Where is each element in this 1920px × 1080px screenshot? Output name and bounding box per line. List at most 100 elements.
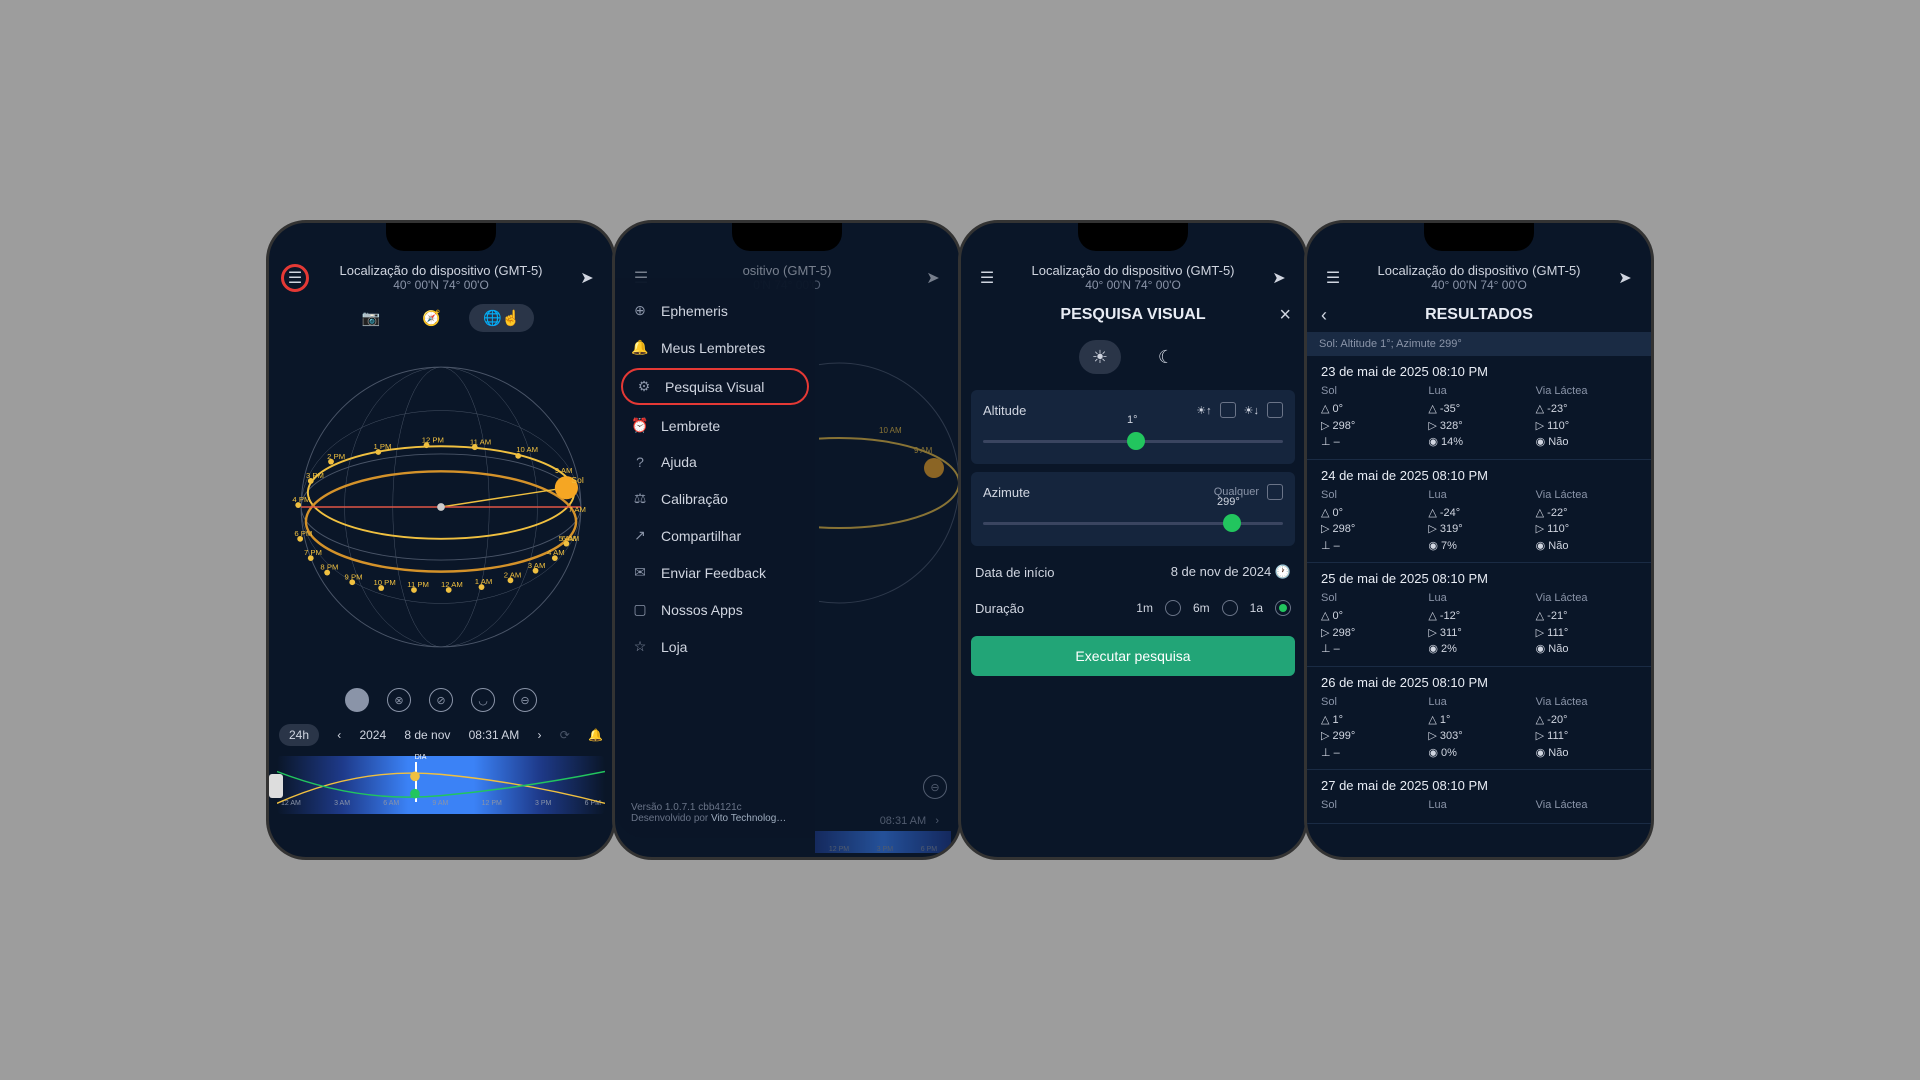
azimuth-slider[interactable]: 299°	[983, 510, 1283, 534]
location-title: Localização do dispositivo (GMT-5)	[1347, 263, 1611, 278]
view-flat-icon[interactable]: ⊖	[513, 688, 537, 712]
svg-text:4 PM: 4 PM	[292, 495, 310, 504]
sliders-icon: ⚙	[635, 378, 653, 395]
menu-feedback[interactable]: ✉Enviar Feedback	[615, 554, 815, 591]
celestial-globe[interactable]: 1 PM12 PM11 AM10 AM 9 AM7 AM6 AM 2 PM3 P…	[277, 342, 605, 672]
notch	[732, 223, 842, 251]
alarm-icon[interactable]: 🔔	[588, 728, 603, 742]
location-coords: 40° 00'N 74° 00'O	[1347, 278, 1611, 292]
any-checkbox[interactable]	[1267, 484, 1283, 500]
svg-text:12 AM: 12 AM	[441, 580, 463, 589]
start-date-label: Data de início	[975, 565, 1055, 580]
run-search-button[interactable]: Executar pesquisa	[971, 636, 1295, 676]
globe-svg: 1 PM12 PM11 AM10 AM 9 AM7 AM6 AM 2 PM3 P…	[277, 342, 605, 672]
menu-ephemeris[interactable]: ⊕Ephemeris	[615, 292, 815, 329]
refresh-icon[interactable]: ⟳	[560, 728, 570, 742]
view-texture-icon[interactable]: ⊗	[387, 688, 411, 712]
azimuth-panel: Azimute Qualquer 299°	[971, 472, 1295, 546]
view-flat-icon[interactable]: ⊖	[923, 775, 947, 799]
altitude-label: Altitude	[983, 403, 1026, 418]
menu-icon[interactable]: ☰	[973, 264, 1001, 292]
menu-icon[interactable]: ☰	[1319, 264, 1347, 292]
result-date: 25 de mai de 2025 08:10 PM	[1321, 571, 1637, 586]
calibrate-icon: ⚖	[631, 490, 649, 507]
result-date: 27 de mai de 2025 08:10 PM	[1321, 778, 1637, 793]
notch	[1078, 223, 1188, 251]
result-item[interactable]: 25 de mai de 2025 08:10 PM Sol△ 0°▷ 298°…	[1307, 563, 1651, 667]
moon-tab[interactable]: ☾	[1145, 340, 1187, 374]
timeline-handle[interactable]	[269, 774, 283, 798]
svg-text:10 AM: 10 AM	[516, 445, 538, 454]
mode-24h[interactable]: 24h	[279, 724, 319, 746]
notch	[1424, 223, 1534, 251]
altitude-slider[interactable]: 1°	[983, 428, 1283, 452]
menu-apps[interactable]: ▢Nossos Apps	[615, 591, 815, 628]
azimuth-label: Azimute	[983, 485, 1030, 500]
results-list[interactable]: 23 de mai de 2025 08:10 PM Sol△ 0°▷ 298°…	[1307, 356, 1651, 824]
visual-search-title: PESQUISA VISUAL	[975, 300, 1291, 330]
question-icon: ?	[631, 454, 649, 470]
menu-icon[interactable]: ☰	[281, 264, 309, 292]
location-coords: 40° 00'N 74° 00'O	[1001, 278, 1265, 292]
menu-store[interactable]: ☆Loja	[615, 628, 815, 665]
sunset-checkbox[interactable]	[1267, 402, 1283, 418]
svg-text:3 PM: 3 PM	[306, 471, 324, 480]
duration-1a[interactable]	[1275, 600, 1291, 616]
svg-text:8 PM: 8 PM	[320, 563, 338, 572]
next-icon[interactable]: ›	[538, 728, 542, 742]
start-date-value[interactable]: 8 de nov de 2024 🕐	[1171, 564, 1291, 580]
result-item[interactable]: 26 de mai de 2025 08:10 PM Sol△ 1°▷ 299°…	[1307, 667, 1651, 771]
sunset-icon: ☀↓	[1244, 404, 1259, 417]
globe-icon: ⊕	[631, 302, 649, 319]
menu-reminder[interactable]: ⏰Lembrete	[615, 407, 815, 444]
results-title: RESULTADOS	[1321, 300, 1637, 330]
version-text: Versão 1.0.7.1 cbb4121c	[631, 802, 786, 813]
phone-screen-2: ☰ ositivo (GMT-5) 0'N 74° 00'O ➤ 10 AM 9…	[612, 220, 962, 860]
sunrise-icon: ☀↑	[1196, 404, 1211, 417]
time-label[interactable]: 08:31 AM	[469, 728, 520, 742]
close-icon[interactable]: ×	[1279, 304, 1291, 327]
menu-calibration[interactable]: ⚖Calibração	[615, 480, 815, 517]
svg-text:6 PM: 6 PM	[294, 529, 312, 538]
svg-text:Sol: Sol	[571, 475, 584, 485]
svg-text:10 AM: 10 AM	[879, 426, 902, 435]
menu-share[interactable]: ↗Compartilhar	[615, 517, 815, 554]
svg-text:1 AM: 1 AM	[475, 577, 493, 586]
location-title: Localização do dispositivo (GMT-5)	[309, 263, 573, 278]
clock-icon: ⏰	[631, 417, 649, 434]
day-label[interactable]: 8 de nov	[404, 728, 450, 742]
view-horizon-icon[interactable]: ◡	[471, 688, 495, 712]
compass-icon[interactable]: 🧭	[408, 304, 455, 332]
svg-text:11 PM: 11 PM	[407, 580, 429, 589]
result-item[interactable]: 24 de mai de 2025 08:10 PM Sol△ 0°▷ 298°…	[1307, 460, 1651, 564]
duration-1m[interactable]	[1165, 600, 1181, 616]
result-item[interactable]: 23 de mai de 2025 08:10 PM Sol△ 0°▷ 298°…	[1307, 356, 1651, 460]
location-title: ositivo (GMT-5)	[655, 263, 919, 278]
duration-6m[interactable]	[1222, 600, 1238, 616]
phone-screen-4: ☰ Localização do dispositivo (GMT-5) 40°…	[1304, 220, 1654, 860]
result-date: 26 de mai de 2025 08:10 PM	[1321, 675, 1637, 690]
menu-help[interactable]: ?Ajuda	[615, 444, 815, 480]
svg-text:10 PM: 10 PM	[373, 578, 395, 587]
results-summary: Sol: Altitude 1°; Azimute 299°	[1307, 332, 1651, 356]
year-label[interactable]: 2024	[359, 728, 386, 742]
view-empty-icon[interactable]: ⊘	[429, 688, 453, 712]
prev-icon[interactable]: ‹	[337, 728, 341, 742]
svg-text:7 PM: 7 PM	[304, 548, 322, 557]
locate-icon[interactable]: ➤	[573, 264, 601, 292]
locate-icon[interactable]: ➤	[1611, 264, 1639, 292]
timeline[interactable]: DIA 12 AM 3 AM 6 AM 9 AM 12 PM 3 PM 6 PM	[277, 756, 605, 814]
result-date: 23 de mai de 2025 08:10 PM	[1321, 364, 1637, 379]
view-globe-icon[interactable]	[345, 688, 369, 712]
menu-reminders[interactable]: 🔔Meus Lembretes	[615, 329, 815, 366]
locate-icon[interactable]: ➤	[1265, 264, 1293, 292]
sun-tab[interactable]: ☀	[1079, 340, 1121, 374]
menu-visual-search[interactable]: ⚙Pesquisa Visual	[621, 368, 809, 405]
camera-icon[interactable]: 📷	[348, 304, 395, 332]
sunrise-checkbox[interactable]	[1220, 402, 1236, 418]
globe-touch-icon[interactable]: 🌐☝	[469, 304, 534, 332]
result-item[interactable]: 27 de mai de 2025 08:10 PM Sol Lua Via L…	[1307, 770, 1651, 824]
apps-icon: ▢	[631, 601, 649, 618]
svg-text:2 AM: 2 AM	[504, 570, 522, 579]
back-icon[interactable]: ‹	[1321, 305, 1327, 326]
